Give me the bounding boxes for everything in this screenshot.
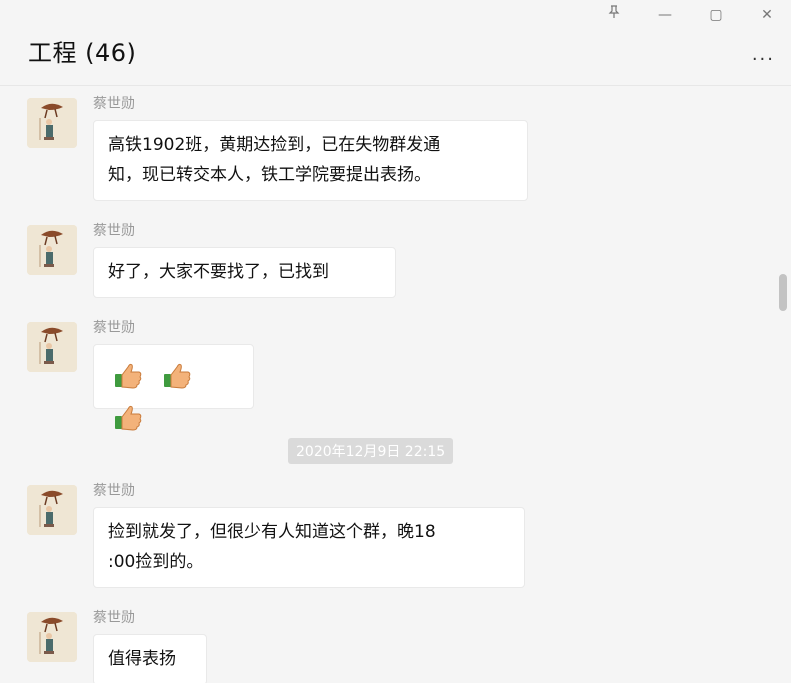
more-options-button[interactable]: ...	[752, 46, 775, 64]
message-bubble[interactable]: 高铁1902班，黄期达捡到，已在失物群发通 知，现已转交本人，铁工学院要提出表扬…	[93, 120, 528, 201]
minimize-button[interactable]: —	[652, 4, 678, 26]
avatar[interactable]	[27, 322, 77, 372]
close-button[interactable]: ✕	[754, 4, 780, 26]
message-text-line: 好了，大家不要找了，已找到	[108, 262, 329, 282]
timestamp: 2020年12月9日 22:15	[288, 438, 454, 464]
scrollbar-thumb[interactable]	[779, 274, 787, 311]
thumbs-up-icon	[112, 401, 144, 443]
sender-name: 蔡世勋	[93, 320, 135, 336]
message-list[interactable]: 蔡世勋 高铁1902班，黄期达捡到，已在失物群发通 知，现已转交本人，铁工学院要…	[0, 86, 791, 683]
thumbs-up-icon	[161, 359, 193, 401]
sender-name: 蔡世勋	[93, 483, 135, 499]
avatar[interactable]	[27, 612, 77, 662]
pin-icon[interactable]	[601, 4, 627, 26]
message-bubble[interactable]: 值得表扬	[93, 634, 207, 683]
sender-name: 蔡世勋	[93, 96, 135, 112]
message-bubble[interactable]	[93, 344, 254, 431]
message-text-line: :00捡到的。	[108, 552, 204, 572]
message-bubble[interactable]: 捡到就发了，但很少有人知道这个群，晚18 :00捡到的。	[93, 507, 525, 588]
thumbs-up-icon	[112, 359, 144, 401]
chat-title: 工程 (46)	[28, 39, 137, 67]
maximize-button[interactable]: ▢	[703, 4, 729, 26]
chat-header: 工程 (46) — ▢ ✕ ...	[0, 0, 791, 86]
avatar[interactable]	[27, 98, 77, 148]
message-bubble[interactable]: 好了，大家不要找了，已找到	[93, 247, 396, 298]
sender-name: 蔡世勋	[93, 223, 135, 239]
sender-name: 蔡世勋	[93, 610, 135, 626]
message-text-line: 高铁1902班，黄期达捡到，已在失物群发通	[108, 135, 441, 155]
message-text-line: 捡到就发了，但很少有人知道这个群，晚18	[108, 522, 436, 542]
avatar[interactable]	[27, 225, 77, 275]
message-text-line: 值得表扬	[108, 649, 176, 669]
message-text-line: 知，现已转交本人，铁工学院要提出表扬。	[108, 165, 431, 185]
avatar[interactable]	[27, 485, 77, 535]
